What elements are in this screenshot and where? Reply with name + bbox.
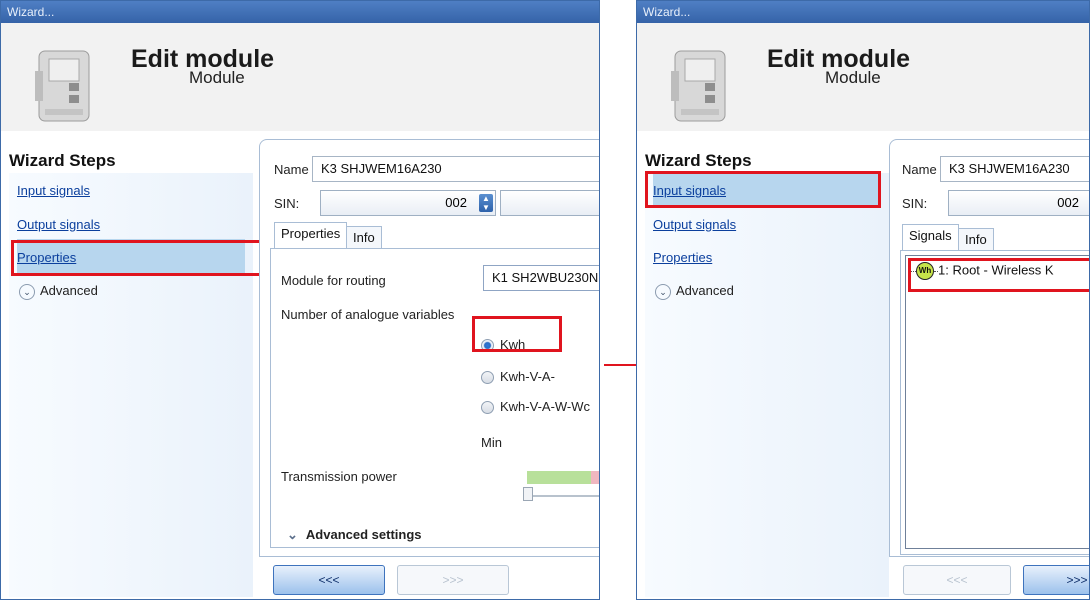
wizard-steps-label: Wizard Steps: [645, 151, 752, 170]
chevron-down-icon: ⌄: [287, 527, 298, 542]
highlight-box-kwh: [472, 316, 562, 352]
properties-panel: Name K3 SHJWEM16A230 SIN: 002 ▲ ▼ Propert…: [259, 139, 599, 557]
step-output-signals[interactable]: Output signals: [653, 217, 736, 232]
module-routing-label: Module for routing: [281, 273, 386, 288]
wizard-window-right: Wizard... Edit module Module Wizard Step…: [636, 0, 1090, 600]
analogue-variables-label: Number of analogue variables: [281, 307, 455, 322]
page-subtitle: Module: [825, 68, 881, 87]
module-device-icon: [35, 50, 90, 122]
window-title: Wizard...: [637, 1, 1089, 23]
header: Edit module Module: [637, 23, 1089, 131]
wizard-window-left: Wizard... Edit module Module Wizard Step…: [0, 0, 600, 600]
header: Edit module Module: [1, 23, 599, 131]
module-routing-select[interactable]: K1 SH2WBU230N: [483, 265, 599, 291]
power-level-bar: [527, 471, 591, 484]
power-level-bar-high: [591, 471, 599, 484]
radio-icon: [481, 371, 494, 385]
next-button[interactable]: >>>: [1023, 565, 1089, 595]
tab-signals[interactable]: Signals: [902, 224, 959, 250]
wizard-steps-panel: Input signals Output signals Properties …: [9, 173, 253, 597]
highlight-box-signal: [908, 258, 1089, 292]
sin-stepper[interactable]: 002: [948, 190, 1089, 216]
wizard-steps-panel: Input signals Output signals Properties …: [645, 173, 889, 597]
sin-value: 002: [1057, 195, 1079, 210]
sin-secondary-field[interactable]: [500, 190, 599, 216]
window-title: Wizard...: [1, 1, 599, 23]
chevron-down-icon: ⌄: [19, 283, 35, 300]
wizard-steps-label: Wizard Steps: [9, 151, 116, 170]
chevron-down-icon: ⌄: [655, 283, 671, 300]
name-field[interactable]: K3 SHJWEM16A230: [940, 156, 1089, 182]
step-input-signals[interactable]: Input signals: [17, 183, 90, 198]
sin-label: SIN:: [902, 196, 928, 211]
tab-info[interactable]: Info: [958, 228, 994, 252]
name-label: Name: [902, 162, 937, 177]
name-label: Name: [274, 162, 309, 177]
tab-properties[interactable]: Properties: [274, 222, 348, 248]
sin-stepper[interactable]: 002 ▲ ▼: [320, 190, 496, 216]
next-button[interactable]: >>>: [397, 565, 509, 595]
sin-value: 002: [445, 195, 467, 210]
radio-kwh-v-a-w-wc[interactable]: Kwh-V-A-W-Wc: [481, 399, 590, 415]
advanced-settings-toggle[interactable]: ⌄ Advanced settings: [287, 527, 422, 543]
tab-info[interactable]: Info: [346, 226, 382, 250]
advanced-label: Advanced: [676, 283, 734, 298]
signals-list: Wh 1: Root - Wireless K: [905, 255, 1089, 549]
radio-icon: [481, 401, 494, 415]
power-slider-track[interactable]: [523, 495, 599, 497]
transmission-power-label: Transmission power: [281, 469, 397, 484]
module-device-icon: [671, 50, 726, 122]
radio-kwh-v-a[interactable]: Kwh-V-A-: [481, 369, 555, 385]
power-slider-thumb[interactable]: [523, 487, 533, 501]
step-properties[interactable]: Properties: [653, 250, 712, 265]
page-subtitle: Module: [189, 68, 245, 87]
sin-label: SIN:: [274, 196, 300, 211]
name-field[interactable]: K3 SHJWEM16A230: [312, 156, 599, 182]
properties-tab-body: Module for routing K1 SH2WBU230N Number …: [270, 248, 599, 548]
advanced-toggle[interactable]: ⌄ Advanced: [655, 283, 734, 300]
signals-panel: Name K3 SHJWEM16A230 SIN: 002 Signals In…: [889, 139, 1089, 557]
min-label: Min: [481, 435, 502, 450]
signals-tab-body: Wh 1: Root - Wireless K: [900, 250, 1089, 555]
back-button[interactable]: <<<: [273, 565, 385, 595]
advanced-label: Advanced: [40, 283, 98, 298]
spinner-icon[interactable]: ▲ ▼: [479, 194, 493, 212]
back-button[interactable]: <<<: [903, 565, 1011, 595]
step-output-signals[interactable]: Output signals: [17, 217, 100, 232]
highlight-box-input-signals: [645, 171, 881, 208]
advanced-toggle[interactable]: ⌄ Advanced: [19, 283, 98, 300]
highlight-box-properties: [11, 240, 263, 276]
